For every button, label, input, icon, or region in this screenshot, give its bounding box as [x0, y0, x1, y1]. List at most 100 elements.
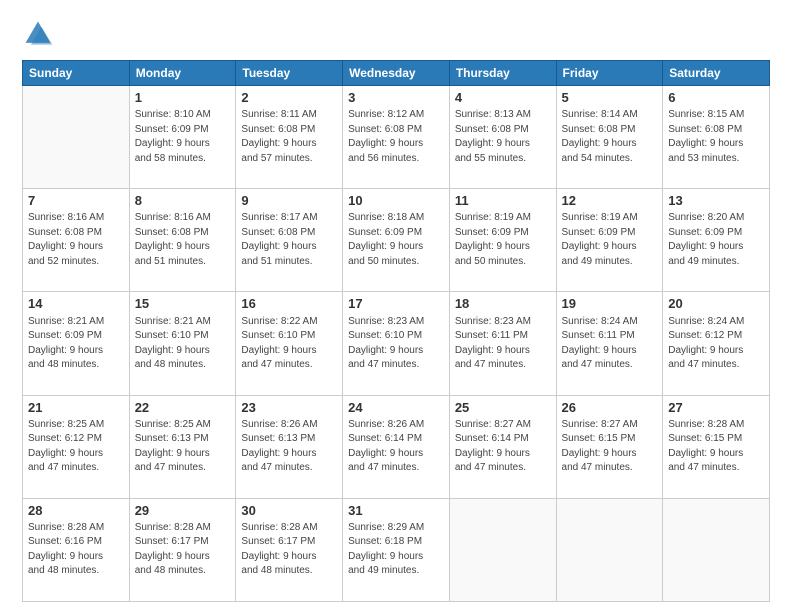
day-number: 29 [135, 502, 231, 520]
week-row-2: 14Sunrise: 8:21 AMSunset: 6:09 PMDayligh… [23, 292, 770, 395]
calendar-cell: 14Sunrise: 8:21 AMSunset: 6:09 PMDayligh… [23, 292, 130, 395]
day-info: Sunrise: 8:12 AMSunset: 6:08 PMDaylight:… [348, 108, 444, 166]
day-number: 15 [135, 295, 231, 313]
day-number: 4 [455, 89, 551, 107]
calendar-cell: 12Sunrise: 8:19 AMSunset: 6:09 PMDayligh… [556, 189, 663, 292]
day-info: Sunrise: 8:24 AMSunset: 6:12 PMDaylight:… [668, 315, 764, 373]
day-number: 16 [241, 295, 337, 313]
header-row: SundayMondayTuesdayWednesdayThursdayFrid… [23, 61, 770, 86]
calendar-cell [663, 498, 770, 601]
day-header-tuesday: Tuesday [236, 61, 343, 86]
day-info: Sunrise: 8:27 AMSunset: 6:14 PMDaylight:… [455, 418, 551, 476]
calendar-cell [556, 498, 663, 601]
calendar-cell: 9Sunrise: 8:17 AMSunset: 6:08 PMDaylight… [236, 189, 343, 292]
day-number: 26 [562, 399, 658, 417]
day-info: Sunrise: 8:22 AMSunset: 6:10 PMDaylight:… [241, 315, 337, 373]
week-row-0: 1Sunrise: 8:10 AMSunset: 6:09 PMDaylight… [23, 86, 770, 189]
day-number: 22 [135, 399, 231, 417]
day-number: 12 [562, 192, 658, 210]
day-number: 8 [135, 192, 231, 210]
day-number: 3 [348, 89, 444, 107]
day-info: Sunrise: 8:29 AMSunset: 6:18 PMDaylight:… [348, 521, 444, 579]
calendar-cell: 16 Sunrise: 8:22 AMSunset: 6:10 PMDayligh… [236, 292, 343, 395]
calendar-cell: 1Sunrise: 8:10 AMSunset: 6:09 PMDaylight… [129, 86, 236, 189]
day-number: 19 [562, 295, 658, 313]
calendar-cell: 20 Sunrise: 8:24 AMSunset: 6:12 PMDayligh… [663, 292, 770, 395]
day-number: 1 [135, 89, 231, 107]
day-number: 10 [348, 192, 444, 210]
day-header-thursday: Thursday [449, 61, 556, 86]
day-info: Sunrise: 8:24 AMSunset: 6:11 PMDaylight:… [562, 315, 658, 373]
day-number: 20 [668, 295, 764, 313]
day-info: Sunrise: 8:28 AMSunset: 6:15 PMDaylight:… [668, 418, 764, 476]
calendar-cell: 10Sunrise: 8:18 AMSunset: 6:09 PMDayligh… [343, 189, 450, 292]
day-info: Sunrise: 8:28 AMSunset: 6:17 PMDaylight:… [241, 521, 337, 579]
calendar-cell: 24Sunrise: 8:26 AMSunset: 6:14 PMDayligh… [343, 395, 450, 498]
day-info: Sunrise: 8:19 AMSunset: 6:09 PMDaylight:… [455, 211, 551, 269]
day-number: 21 [28, 399, 124, 417]
day-info: Sunrise: 8:20 AMSunset: 6:09 PMDaylight:… [668, 211, 764, 269]
calendar-cell: 18 Sunrise: 8:23 AMSunset: 6:11 PMDayligh… [449, 292, 556, 395]
day-info: Sunrise: 8:10 AMSunset: 6:09 PMDaylight:… [135, 108, 231, 166]
calendar-cell: 25Sunrise: 8:27 AMSunset: 6:14 PMDayligh… [449, 395, 556, 498]
calendar-cell: 8Sunrise: 8:16 AMSunset: 6:08 PMDaylight… [129, 189, 236, 292]
day-info: Sunrise: 8:13 AMSunset: 6:08 PMDaylight:… [455, 108, 551, 166]
day-number: 24 [348, 399, 444, 417]
day-number: 25 [455, 399, 551, 417]
logo-icon [22, 18, 54, 50]
calendar-cell: 17Sunrise: 8:23 AMSunset: 6:10 PMDayligh… [343, 292, 450, 395]
day-number: 31 [348, 502, 444, 520]
calendar-cell: 22Sunrise: 8:25 AMSunset: 6:13 PMDayligh… [129, 395, 236, 498]
calendar-cell [23, 86, 130, 189]
calendar-cell: 31Sunrise: 8:29 AMSunset: 6:18 PMDayligh… [343, 498, 450, 601]
day-number: 14 [28, 295, 124, 313]
calendar-cell: 30Sunrise: 8:28 AMSunset: 6:17 PMDayligh… [236, 498, 343, 601]
calendar-cell: 7Sunrise: 8:16 AMSunset: 6:08 PMDaylight… [23, 189, 130, 292]
day-number: 7 [28, 192, 124, 210]
page: SundayMondayTuesdayWednesdayThursdayFrid… [0, 0, 792, 612]
calendar-cell: 15Sunrise: 8:21 AMSunset: 6:10 PMDayligh… [129, 292, 236, 395]
calendar-cell: 2Sunrise: 8:11 AMSunset: 6:08 PMDaylight… [236, 86, 343, 189]
day-number: 27 [668, 399, 764, 417]
day-header-friday: Friday [556, 61, 663, 86]
day-info: Sunrise: 8:18 AMSunset: 6:09 PMDaylight:… [348, 211, 444, 269]
day-number: 2 [241, 89, 337, 107]
day-info: Sunrise: 8:17 AMSunset: 6:08 PMDaylight:… [241, 211, 337, 269]
day-header-wednesday: Wednesday [343, 61, 450, 86]
calendar-cell: 11Sunrise: 8:19 AMSunset: 6:09 PMDayligh… [449, 189, 556, 292]
calendar-cell: 5Sunrise: 8:14 AMSunset: 6:08 PMDaylight… [556, 86, 663, 189]
day-number: 17 [348, 295, 444, 313]
day-info: Sunrise: 8:14 AMSunset: 6:08 PMDaylight:… [562, 108, 658, 166]
logo [22, 18, 58, 50]
day-info: Sunrise: 8:16 AMSunset: 6:08 PMDaylight:… [28, 211, 124, 269]
day-info: Sunrise: 8:28 AMSunset: 6:16 PMDaylight:… [28, 521, 124, 579]
day-number: 23 [241, 399, 337, 417]
header [22, 18, 770, 50]
day-number: 11 [455, 192, 551, 210]
day-info: Sunrise: 8:26 AMSunset: 6:13 PMDaylight:… [241, 418, 337, 476]
day-header-sunday: Sunday [23, 61, 130, 86]
day-number: 13 [668, 192, 764, 210]
day-number: 9 [241, 192, 337, 210]
day-info: Sunrise: 8:19 AMSunset: 6:09 PMDaylight:… [562, 211, 658, 269]
day-info: Sunrise: 8:16 AMSunset: 6:08 PMDaylight:… [135, 211, 231, 269]
calendar-cell: 28Sunrise: 8:28 AMSunset: 6:16 PMDayligh… [23, 498, 130, 601]
day-number: 5 [562, 89, 658, 107]
day-info: Sunrise: 8:25 AMSunset: 6:12 PMDaylight:… [28, 418, 124, 476]
calendar-cell: 13Sunrise: 8:20 AMSunset: 6:09 PMDayligh… [663, 189, 770, 292]
day-info: Sunrise: 8:25 AMSunset: 6:13 PMDaylight:… [135, 418, 231, 476]
week-row-4: 28Sunrise: 8:28 AMSunset: 6:16 PMDayligh… [23, 498, 770, 601]
day-number: 18 [455, 295, 551, 313]
day-info: Sunrise: 8:23 AMSunset: 6:11 PMDaylight:… [455, 315, 551, 373]
day-info: Sunrise: 8:26 AMSunset: 6:14 PMDaylight:… [348, 418, 444, 476]
day-info: Sunrise: 8:15 AMSunset: 6:08 PMDaylight:… [668, 108, 764, 166]
week-row-3: 21Sunrise: 8:25 AMSunset: 6:12 PMDayligh… [23, 395, 770, 498]
day-info: Sunrise: 8:28 AMSunset: 6:17 PMDaylight:… [135, 521, 231, 579]
day-number: 30 [241, 502, 337, 520]
calendar-cell [449, 498, 556, 601]
calendar-table: SundayMondayTuesdayWednesdayThursdayFrid… [22, 60, 770, 602]
calendar-cell: 23Sunrise: 8:26 AMSunset: 6:13 PMDayligh… [236, 395, 343, 498]
calendar-cell: 4Sunrise: 8:13 AMSunset: 6:08 PMDaylight… [449, 86, 556, 189]
calendar-cell: 26Sunrise: 8:27 AMSunset: 6:15 PMDayligh… [556, 395, 663, 498]
calendar-cell: 19 Sunrise: 8:24 AMSunset: 6:11 PMDayligh… [556, 292, 663, 395]
